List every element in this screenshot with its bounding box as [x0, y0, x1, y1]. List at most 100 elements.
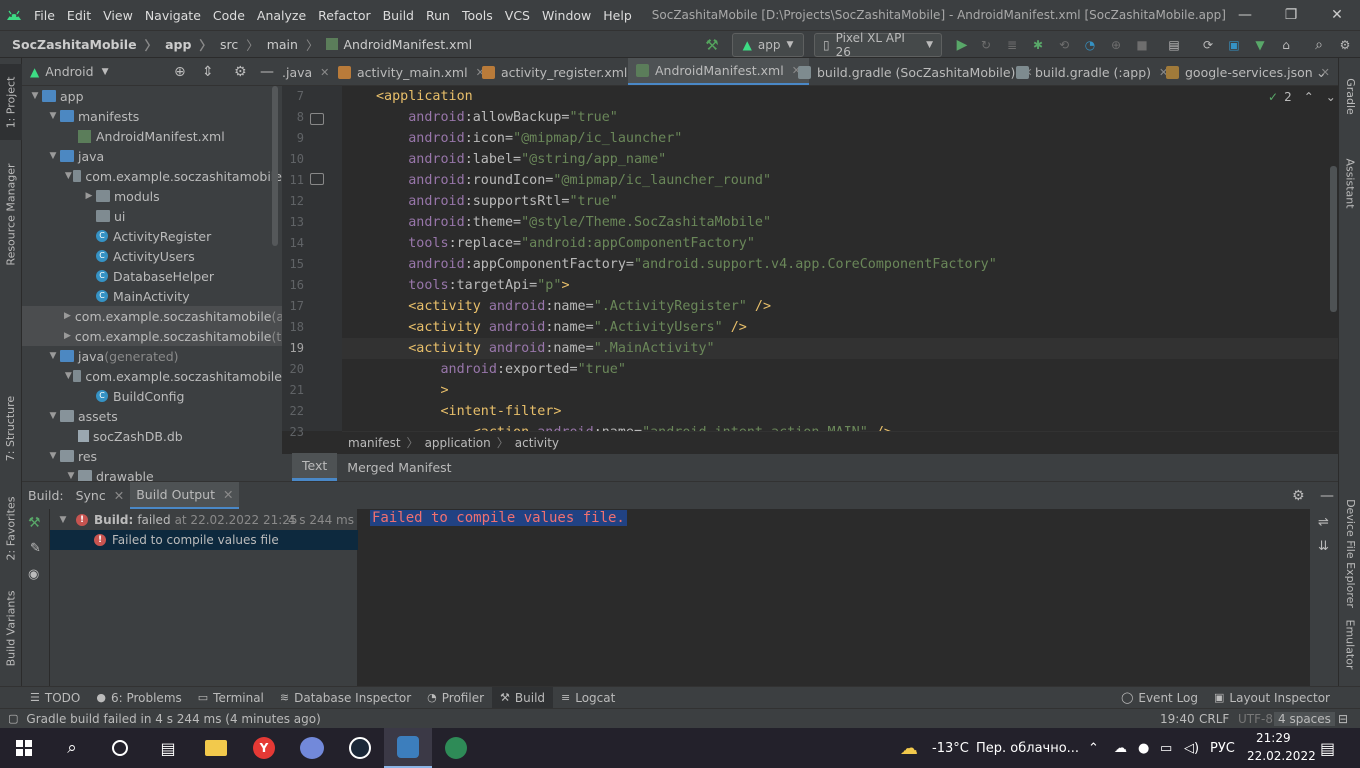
menu-edit[interactable]: Edit: [61, 8, 97, 23]
clock-time[interactable]: 21:29: [1256, 731, 1291, 745]
task-view-icon[interactable]: ▤: [144, 728, 192, 768]
tree-item[interactable]: C ActivityUsers: [22, 246, 282, 266]
yandex-browser-icon[interactable]: Y: [240, 728, 288, 768]
network-icon[interactable]: ▭: [1160, 741, 1172, 756]
tab-build-gradle-project[interactable]: build.gradle (SocZashitaMobile)✕: [790, 58, 1041, 85]
tree-item[interactable]: ui: [22, 206, 282, 226]
cortana-icon[interactable]: [96, 728, 144, 768]
gear-icon[interactable]: ⚙: [1292, 488, 1305, 504]
tab-device-file-explorer[interactable]: Device File Explorer: [1339, 486, 1360, 620]
avd-manager-icon[interactable]: ▣: [1224, 33, 1244, 57]
toolwindow-database-inspector[interactable]: ≋ Database Inspector: [272, 687, 419, 709]
chevron-right-icon[interactable]: ▶: [64, 331, 71, 341]
code-line[interactable]: android:allowBackup="true": [342, 107, 618, 128]
build-output-console[interactable]: Failed to compile values file.: [358, 509, 1310, 686]
tray-chevron-up-icon[interactable]: ⌃: [1088, 741, 1099, 756]
chevron-down-icon[interactable]: ▼: [64, 371, 73, 381]
tab-favorites[interactable]: 2: Favorites: [0, 488, 22, 568]
device-select[interactable]: ▯ Pixel XL API 26 ▼: [814, 31, 942, 59]
profile-icon[interactable]: ◔: [1080, 33, 1100, 57]
code-line[interactable]: android:roundIcon="@mipmap/ic_launcher_r…: [342, 170, 771, 191]
breadcrumb-module[interactable]: app 〉: [161, 35, 216, 54]
tab-text[interactable]: Text: [292, 453, 338, 481]
menu-build[interactable]: Build: [377, 8, 420, 23]
tree-item[interactable]: ▼ assets: [22, 406, 282, 426]
chevron-down-icon[interactable]: ▼: [102, 67, 109, 77]
build-error-row[interactable]: ! Failed to compile values file: [50, 530, 358, 550]
tree-item[interactable]: ▼ com.example.soczashitamobile: [22, 166, 282, 186]
menu-code[interactable]: Code: [207, 8, 251, 23]
chevron-down-icon[interactable]: ▼: [46, 111, 60, 121]
onedrive-icon[interactable]: ☁: [1114, 741, 1127, 756]
tree-item[interactable]: C ActivityRegister: [22, 226, 282, 246]
tree-item[interactable]: ▼ java: [22, 146, 282, 166]
status-message[interactable]: Gradle build failed in 4 s 244 ms (4 min…: [26, 712, 320, 726]
file-encoding[interactable]: UTF-8: [1238, 712, 1273, 726]
menu-window[interactable]: Window: [536, 8, 597, 23]
tree-item[interactable]: ▼ res: [22, 446, 282, 466]
breadcrumb-manifest[interactable]: manifest: [342, 436, 407, 450]
toolwindow-build[interactable]: ⚒ Build: [492, 686, 554, 709]
menu-analyze[interactable]: Analyze: [251, 8, 312, 23]
tab-activity-register[interactable]: activity_register.xml✕: [474, 58, 653, 85]
code-line[interactable]: android:appComponentFactory="android.sup…: [342, 254, 997, 275]
menu-run[interactable]: Run: [420, 8, 456, 23]
breadcrumb-application[interactable]: application: [419, 436, 497, 450]
status-icon[interactable]: ▢: [8, 712, 18, 725]
tree-item[interactable]: ▶com.example.soczashitamobile (te: [22, 326, 282, 346]
toolwindow-logcat[interactable]: ≡ Logcat: [553, 687, 623, 709]
toolwindow-layout-inspector[interactable]: ▣ Layout Inspector: [1206, 687, 1338, 709]
android-studio-taskbar-icon[interactable]: [384, 728, 432, 768]
tab-android-manifest[interactable]: AndroidManifest.xml ✕: [628, 58, 809, 85]
code-line[interactable]: tools:replace="android:appComponentFacto…: [342, 233, 755, 254]
indent-setting[interactable]: 4 spaces: [1274, 711, 1335, 726]
chevron-right-icon[interactable]: ▶: [64, 311, 71, 321]
project-structure-icon[interactable]: ▤: [1164, 33, 1184, 57]
locate-icon[interactable]: ⊕: [174, 64, 186, 80]
chevron-down-icon[interactable]: ▼: [64, 171, 73, 181]
device-manager-icon[interactable]: ⌂: [1276, 33, 1296, 57]
tree-item[interactable]: socZashDB.db: [22, 426, 282, 446]
tree-item[interactable]: ▼ java (generated): [22, 346, 282, 366]
clock-date[interactable]: 22.02.2022: [1247, 749, 1316, 763]
stop-icon[interactable]: ■: [1132, 33, 1152, 57]
code-line[interactable]: android:supportsRtl="true": [342, 191, 618, 212]
minimize-icon[interactable]: —: [1222, 0, 1268, 30]
tree-item[interactable]: ▼ app: [22, 86, 282, 106]
tab-project[interactable]: 1: Project: [0, 64, 22, 140]
code-line[interactable]: <action android:name="android.intent.act…: [342, 422, 892, 431]
chevron-down-icon[interactable]: ▼: [64, 471, 78, 481]
menu-refactor[interactable]: Refactor: [312, 8, 376, 23]
menu-vcs[interactable]: VCS: [499, 8, 536, 23]
settings-icon[interactable]: ⚙: [1334, 33, 1356, 57]
weather-icon[interactable]: ☁: [900, 738, 918, 759]
chevron-down-icon[interactable]: ▼: [28, 91, 42, 101]
code-editor[interactable]: <application android:allowBackup="true" …: [342, 86, 1338, 431]
eye-icon[interactable]: ◉: [28, 567, 39, 582]
app-taskbar-icon[interactable]: [432, 728, 480, 768]
attach-process-icon[interactable]: ⊕: [1106, 33, 1126, 57]
code-line[interactable]: <activity android:name=".ActivityUsers" …: [342, 317, 747, 338]
close-tab-icon[interactable]: ✕: [223, 487, 233, 502]
code-line[interactable]: android:label="@string/app_name": [342, 149, 666, 170]
prev-highlight-chevron-icon[interactable]: ⌃: [1304, 90, 1314, 104]
code-line[interactable]: android:exported="true": [342, 359, 625, 380]
menu-tools[interactable]: Tools: [456, 8, 499, 23]
tree-item[interactable]: ▶ moduls: [22, 186, 282, 206]
toolwindow-6-problems[interactable]: ● 6: Problems: [88, 687, 189, 709]
code-line[interactable]: tools:targetApi="p">: [342, 275, 569, 296]
tab-build-gradle-app[interactable]: build.gradle (:app) ✕: [1008, 58, 1176, 85]
breadcrumb-src[interactable]: src 〉: [216, 35, 263, 54]
tab-merged-manifest[interactable]: Merged Manifest: [337, 453, 461, 481]
search-icon[interactable]: ⌕: [48, 728, 96, 768]
apply-code-changes-icon[interactable]: ≣: [1002, 33, 1022, 57]
volume-icon[interactable]: ◁): [1184, 741, 1199, 756]
tab-assistant[interactable]: Assistant: [1339, 148, 1360, 218]
tree-item[interactable]: ▼ com.example.soczashitamobile: [22, 366, 282, 386]
chevron-down-icon[interactable]: ▼: [56, 515, 70, 525]
tab-resource-manager[interactable]: Resource Manager: [0, 154, 22, 274]
collapse-all-icon[interactable]: ⇕: [202, 64, 214, 80]
search-icon[interactable]: ⌕: [1308, 33, 1330, 57]
microphone-icon[interactable]: ●: [1138, 741, 1149, 756]
code-line[interactable]: <intent-filter>: [342, 401, 561, 422]
